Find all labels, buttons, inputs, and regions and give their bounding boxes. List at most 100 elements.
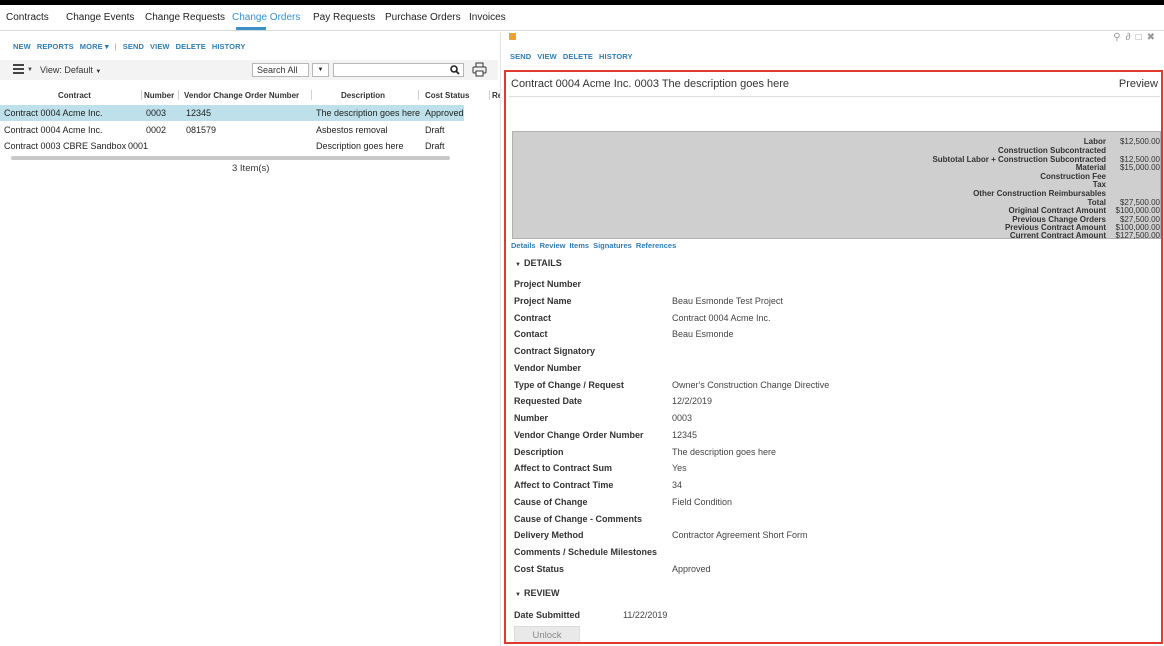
review-section-header[interactable]: ▼ REVIEW xyxy=(515,588,559,598)
module-tabs: Contracts Change Events Change Requests … xyxy=(0,5,1164,31)
detail-value: Contractor Agreement Short Form xyxy=(672,530,808,540)
detail-value: Field Condition xyxy=(672,497,733,507)
column-header-vendor-co-number[interactable]: Vendor Change Order Number xyxy=(184,91,299,100)
view-button[interactable]: VIEW xyxy=(537,52,557,61)
maximize-icon[interactable]: □ xyxy=(1136,32,1147,43)
detail-label: Vendor Change Order Number xyxy=(514,430,644,440)
cell-description: The description goes here xyxy=(316,108,421,118)
view-button[interactable]: VIEW xyxy=(150,42,170,51)
toolbar-separator: | xyxy=(114,42,117,51)
menu-icon[interactable] xyxy=(13,64,24,75)
detail-label: Cause of Change - Comments xyxy=(514,514,643,524)
cell-cost-status: Draft xyxy=(425,125,445,135)
list-toolbar: NEW REPORTS MORE ▾ | SEND VIEW DELETE HISTORY xyxy=(13,42,251,51)
detail-label: Affect to Contract Time xyxy=(514,480,614,490)
tab-references[interactable]: References xyxy=(636,241,676,250)
tab-change-events[interactable]: Change Events xyxy=(66,12,134,23)
tab-contracts[interactable]: Contracts xyxy=(6,12,49,23)
detail-label: Delivery Method xyxy=(514,530,584,540)
search-scope-dropdown[interactable]: ▼ xyxy=(312,63,329,77)
send-button[interactable]: SEND xyxy=(510,52,531,61)
column-header-description[interactable]: Description xyxy=(341,91,385,100)
table-row[interactable]: Contract 0003 CBRE Sandbox 0001 Descript… xyxy=(0,138,464,154)
history-button[interactable]: HISTORY xyxy=(212,42,246,51)
detail-label: Contact xyxy=(514,329,548,339)
detail-label: Vendor Number xyxy=(514,363,582,373)
summary-row: Tax xyxy=(1092,180,1106,189)
table-row[interactable]: Contract 0004 Acme Inc. 0002 081579 Asbe… xyxy=(0,122,464,138)
detail-label: Number xyxy=(514,413,549,423)
delete-button[interactable]: DELETE xyxy=(176,42,206,51)
cell-contract: Contract 0003 CBRE Sandbox xyxy=(4,141,127,151)
detail-label: Cost Status xyxy=(514,564,565,574)
detail-label: Affect to Contract Sum xyxy=(514,463,613,473)
view-bar: ▼ View: Default ▼ Search All ▼ xyxy=(0,60,498,80)
detail-label: Contract Signatory xyxy=(514,346,596,356)
status-indicator xyxy=(509,33,516,40)
chevron-down-icon[interactable]: ▼ xyxy=(27,67,33,73)
tab-change-requests[interactable]: Change Requests xyxy=(145,12,225,23)
pin-icon[interactable]: ⚲ xyxy=(1113,32,1125,43)
detail-label: Comments / Schedule Milestones xyxy=(514,547,658,557)
detail-value: Yes xyxy=(672,463,687,473)
tab-purchase-orders[interactable]: Purchase Orders xyxy=(385,12,461,23)
more-button[interactable]: MORE ▾ xyxy=(80,42,109,51)
details-section-header[interactable]: ▼ DETAILS xyxy=(515,258,562,268)
cell-contract: Contract 0004 Acme Inc. xyxy=(4,108,103,118)
delete-button[interactable]: DELETE xyxy=(563,52,593,61)
column-header-contract[interactable]: Contract xyxy=(58,91,91,100)
tab-pay-requests[interactable]: Pay Requests xyxy=(313,12,375,23)
column-header-number[interactable]: Number xyxy=(144,91,174,100)
tab-details[interactable]: Details xyxy=(511,241,536,250)
detail-label: Cause of Change xyxy=(514,497,588,507)
collapse-caret-icon[interactable]: ▼ xyxy=(515,592,521,598)
new-button[interactable]: NEW xyxy=(13,42,31,51)
preview-panel: ⚲∂□✖ SEND VIEW DELETE HISTORY Contract 0004… xyxy=(500,32,1164,646)
cell-description: Description goes here xyxy=(316,141,404,151)
cell-description: Asbestos removal xyxy=(316,125,388,135)
detail-label: Project Name xyxy=(514,296,572,306)
cell-number: 0002 xyxy=(146,125,167,135)
tab-change-orders[interactable]: Change Orders xyxy=(232,12,300,23)
tab-signatures[interactable]: Signatures xyxy=(593,241,632,250)
search-input[interactable] xyxy=(333,63,464,77)
divider xyxy=(509,96,1160,97)
send-button[interactable]: SEND xyxy=(123,42,144,51)
preview-label: Preview xyxy=(1118,78,1158,90)
column-header-cost-status[interactable]: Cost Status xyxy=(425,91,469,100)
tab-items[interactable]: Items xyxy=(569,241,589,250)
summary-row: Labor $12,500.00 xyxy=(1083,137,1160,146)
link-icon[interactable]: ∂ xyxy=(1126,32,1136,43)
tab-review[interactable]: Review xyxy=(540,241,566,250)
detail-label: Project Number xyxy=(514,279,582,289)
search-icon[interactable] xyxy=(450,65,460,75)
change-orders-list-panel: NEW REPORTS MORE ▾ | SEND VIEW DELETE HISTORY ▼… xyxy=(0,32,502,646)
tab-invoices[interactable]: Invoices xyxy=(469,12,506,23)
summary-row: Current Contract Amount $127,500.00 xyxy=(1009,231,1160,240)
detail-value: 12345 xyxy=(672,430,698,440)
detail-value: The description goes here xyxy=(672,447,777,457)
detail-tabs: Details Review Items Signatures References xyxy=(511,241,680,250)
summary-row: Material $15,000.00 xyxy=(1075,163,1160,172)
cell-vendor-co-number: 12345 xyxy=(186,108,212,118)
detail-value: 0003 xyxy=(672,413,693,423)
view-selector[interactable]: View: Default ▼ xyxy=(40,65,101,75)
horizontal-scrollbar[interactable] xyxy=(11,156,450,160)
preview-title: Contract 0004 Acme Inc. 0003 The descrip… xyxy=(511,78,790,90)
reports-button[interactable]: REPORTS xyxy=(37,42,74,51)
print-icon[interactable] xyxy=(472,62,487,77)
unlock-button[interactable]: Unlock xyxy=(514,626,580,642)
preview-toolbar: SEND VIEW DELETE HISTORY xyxy=(510,52,639,61)
close-icon[interactable]: ✖ xyxy=(1147,32,1160,43)
active-tab-indicator xyxy=(236,27,266,30)
detail-label: Description xyxy=(514,447,564,457)
contract-summary: Labor $12,500.00 Construction Subcontract… xyxy=(512,131,1161,240)
table-row[interactable]: Contract 0004 Acme Inc. 0003 12345 The d… xyxy=(0,105,464,121)
summary-row: Construction Subcontracted xyxy=(997,146,1106,155)
detail-label: Requested Date xyxy=(514,396,583,406)
history-button[interactable]: HISTORY xyxy=(599,52,633,61)
detail-value: 34 xyxy=(672,480,683,490)
collapse-caret-icon[interactable]: ▼ xyxy=(515,262,521,268)
detail-value: Beau Esmonde Test Project xyxy=(672,296,783,306)
search-scope-label[interactable]: Search All xyxy=(252,63,309,77)
